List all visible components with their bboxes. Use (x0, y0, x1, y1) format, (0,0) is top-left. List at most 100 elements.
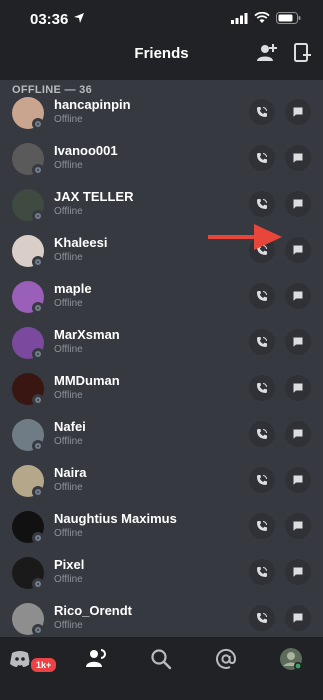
phone-icon (257, 291, 267, 301)
friend-username: MarXsman (54, 327, 120, 342)
offline-status-icon (32, 532, 44, 544)
status-icons (231, 12, 301, 24)
message-button[interactable] (285, 329, 311, 355)
message-button[interactable] (285, 559, 311, 585)
message-button[interactable] (285, 605, 311, 631)
call-button[interactable] (249, 329, 275, 355)
friend-row[interactable]: hancapinpin Offline (0, 97, 323, 143)
red-arrow-annotation (208, 224, 282, 250)
phone-icon (257, 383, 267, 393)
friend-status: Offline (54, 390, 83, 401)
message-button[interactable] (285, 283, 311, 309)
offline-status-icon (32, 118, 44, 130)
phone-icon (257, 107, 267, 117)
chat-bubble-icon (293, 567, 303, 577)
friend-row[interactable]: MarXsman Offline (0, 327, 323, 373)
message-button[interactable] (285, 145, 311, 171)
offline-status-icon (32, 164, 44, 176)
phone-icon (257, 153, 267, 163)
chat-bubble-icon (293, 107, 303, 117)
offline-status-icon (32, 440, 44, 452)
offline-status-icon (32, 210, 44, 222)
new-dm-icon[interactable] (292, 42, 314, 64)
friend-status: Offline (54, 344, 83, 355)
friend-status: Offline (54, 528, 83, 539)
chat-bubble-icon (293, 475, 303, 485)
cellular-signal-icon (231, 12, 248, 24)
battery-icon (276, 12, 301, 24)
friend-status: Offline (54, 114, 83, 125)
profile-avatar[interactable] (279, 647, 303, 671)
friend-status: Offline (54, 252, 83, 263)
message-button[interactable] (285, 513, 311, 539)
offline-status-icon (32, 624, 44, 636)
friend-username: Naughtius Maximus (54, 511, 177, 526)
friend-username: Khaleesi (54, 235, 108, 250)
tab-bar: 1k+ (0, 637, 323, 700)
message-button[interactable] (285, 99, 311, 125)
friend-username: MMDuman (54, 373, 120, 388)
friend-username: Ivanoo001 (54, 143, 118, 158)
section-header-offline: OFFLINE — 36 (12, 84, 92, 96)
friends-list[interactable]: OFFLINE — 36 hancapinpin Offline Ivanoo001… (0, 80, 323, 637)
friend-status: Offline (54, 160, 83, 171)
call-button[interactable] (249, 375, 275, 401)
friend-row[interactable]: Nafei Offline (0, 419, 323, 465)
friend-status: Offline (54, 620, 83, 631)
friend-status: Offline (54, 206, 83, 217)
message-button[interactable] (285, 467, 311, 493)
friend-status: Offline (54, 482, 83, 493)
phone-icon (257, 199, 267, 209)
phone-icon (257, 475, 267, 485)
message-button[interactable] (285, 421, 311, 447)
friend-username: Nafei (54, 419, 86, 434)
chat-bubble-icon (293, 521, 303, 531)
call-button[interactable] (249, 191, 275, 217)
message-button[interactable] (285, 237, 311, 263)
friend-row[interactable]: MMDuman Offline (0, 373, 323, 419)
friend-username: Pixel (54, 557, 85, 572)
friend-status: Offline (54, 436, 83, 447)
friend-row[interactable]: Rico_Orendt Offline (0, 603, 323, 637)
call-button[interactable] (249, 145, 275, 171)
call-button[interactable] (249, 559, 275, 585)
wifi-icon (254, 12, 270, 23)
friend-status: Offline (54, 574, 83, 585)
friend-row[interactable]: Ivanoo001 Offline (0, 143, 323, 189)
status-bar: 03:36 (0, 0, 323, 40)
friend-username: JAX TELLER (54, 189, 134, 204)
chat-bubble-icon (293, 199, 303, 209)
header: Friends (0, 40, 323, 80)
friend-row[interactable]: Naira Offline (0, 465, 323, 511)
chat-bubble-icon (293, 245, 303, 255)
offline-status-icon (32, 256, 44, 268)
mentions-icon[interactable] (214, 647, 238, 671)
friend-username: Naira (54, 465, 87, 480)
friend-row[interactable]: Pixel Offline (0, 557, 323, 603)
call-button[interactable] (249, 467, 275, 493)
phone-icon (257, 337, 267, 347)
chat-bubble-icon (293, 337, 303, 347)
call-button[interactable] (249, 605, 275, 631)
call-button[interactable] (249, 421, 275, 447)
add-friend-icon[interactable] (256, 42, 278, 64)
friend-row[interactable]: maple Offline (0, 281, 323, 327)
search-icon[interactable] (149, 647, 173, 671)
friend-username: hancapinpin (54, 97, 131, 112)
friends-icon[interactable] (84, 647, 108, 671)
offline-status-icon (32, 348, 44, 360)
friend-username: Rico_Orendt (54, 603, 133, 618)
chat-bubble-icon (293, 383, 303, 393)
message-button[interactable] (285, 375, 311, 401)
call-button[interactable] (249, 513, 275, 539)
phone-icon (257, 613, 267, 623)
location-arrow-icon (74, 13, 84, 23)
chat-bubble-icon (293, 429, 303, 439)
call-button[interactable] (249, 283, 275, 309)
call-button[interactable] (249, 99, 275, 125)
offline-status-icon (32, 302, 44, 314)
chat-bubble-icon (293, 153, 303, 163)
message-button[interactable] (285, 191, 311, 217)
offline-status-icon (32, 486, 44, 498)
friend-row[interactable]: Naughtius Maximus Offline (0, 511, 323, 557)
